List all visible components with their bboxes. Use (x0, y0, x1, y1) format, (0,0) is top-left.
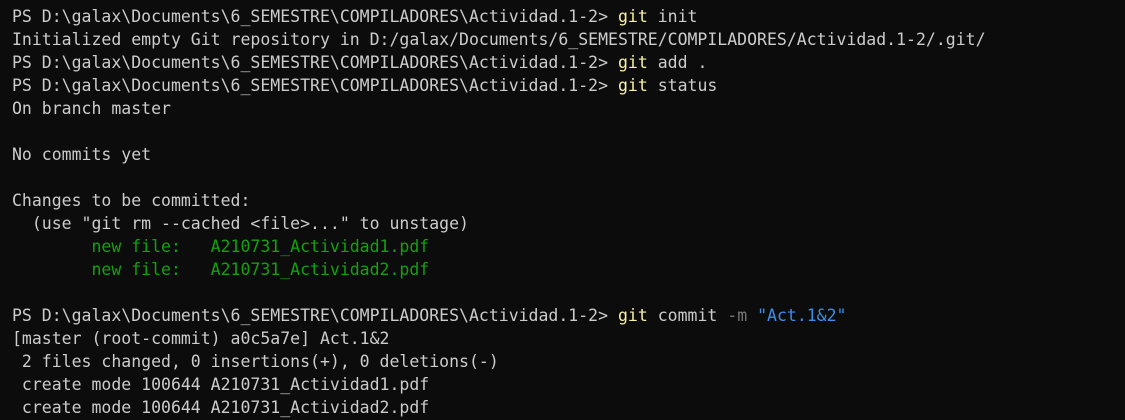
git-command: git (617, 53, 648, 72)
output-create-mode: create mode 100644 A210731_Actividad1.pd… (12, 375, 430, 394)
staged-file: new file: A210731_Actividad2.pdf (12, 260, 430, 279)
terminal-window[interactable]: PS D:\galax\Documents\6_SEMESTRE\COMPILA… (0, 0, 1125, 420)
command-args: commit (647, 306, 728, 325)
git-command: git (617, 306, 648, 325)
prompt: PS D:\galax\Documents\6_SEMESTRE\COMPILA… (12, 53, 618, 72)
command-space (747, 306, 757, 325)
output-create-mode: create mode 100644 A210731_Actividad2.pd… (12, 398, 430, 417)
command-args: status (647, 76, 718, 95)
prompt: PS D:\galax\Documents\6_SEMESTRE\COMPILA… (12, 76, 618, 95)
command-line-add: PS D:\galax\Documents\6_SEMESTRE\COMPILA… (12, 51, 1125, 74)
commit-message-arg: "Act.1&2" (757, 306, 847, 325)
git-command: git (617, 7, 648, 26)
command-line-init: PS D:\galax\Documents\6_SEMESTRE\COMPILA… (12, 5, 1125, 28)
git-command: git (617, 76, 648, 95)
output-commit-summary: [master (root-commit) a0c5a7e] Act.1&2 (12, 329, 390, 348)
command-args: init (647, 7, 698, 26)
output-init: Initialized empty Git repository in D:/g… (12, 30, 986, 49)
staged-file: new file: A210731_Actividad1.pdf (12, 237, 430, 256)
output-branch: On branch master (12, 99, 171, 118)
command-flag: -m (727, 306, 748, 325)
command-line-status: PS D:\galax\Documents\6_SEMESTRE\COMPILA… (12, 74, 1125, 97)
output-files-changed: 2 files changed, 0 insertions(+), 0 dele… (12, 352, 499, 371)
command-args: add . (647, 53, 708, 72)
command-line-commit: PS D:\galax\Documents\6_SEMESTRE\COMPILA… (12, 304, 1125, 327)
output-hint: (use "git rm --cached <file>..." to unst… (12, 214, 469, 233)
prompt: PS D:\galax\Documents\6_SEMESTRE\COMPILA… (12, 7, 618, 26)
output-changes-header: Changes to be committed: (12, 191, 251, 210)
prompt: PS D:\galax\Documents\6_SEMESTRE\COMPILA… (12, 306, 618, 325)
output-no-commits: No commits yet (12, 145, 152, 164)
